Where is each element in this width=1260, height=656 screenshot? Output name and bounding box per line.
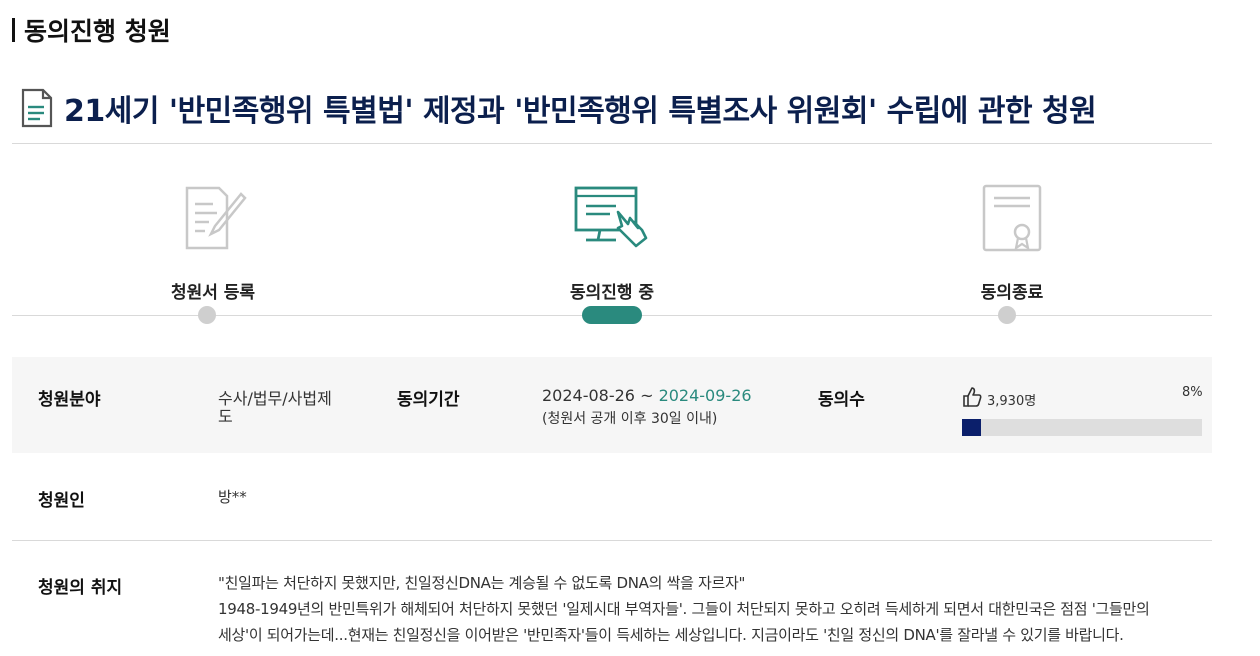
step-registration: 청원서 등록 bbox=[103, 180, 323, 303]
section-title: 동의진행 청원 bbox=[12, 12, 171, 48]
step-ended: 동의종료 bbox=[902, 180, 1122, 303]
step-label: 동의진행 중 bbox=[569, 283, 655, 303]
period-end: 2024-09-26 bbox=[658, 386, 752, 405]
petitioner-label: 청원인 bbox=[38, 491, 85, 511]
petition-title-row: 21세기 '반민족행위 특별법' 제정과 '반민족행위 특별조사 위원회' 수립… bbox=[20, 86, 1097, 130]
document-icon bbox=[21, 88, 53, 128]
step-label: 동의종료 bbox=[980, 283, 1044, 303]
field-value-line2: 도 bbox=[218, 407, 233, 426]
step-label: 청원서 등록 bbox=[170, 283, 256, 303]
document-pen-icon bbox=[185, 186, 247, 250]
purpose-line: 1948-1949년의 반민특위가 해체되어 처단하지 못했던 '일제시대 부역… bbox=[218, 600, 1150, 618]
percent-text: 8% bbox=[1182, 385, 1203, 400]
petitioner-value: 방** bbox=[218, 488, 247, 506]
agreement-progress-fill bbox=[962, 419, 982, 436]
divider bbox=[12, 540, 1212, 541]
purpose-line: 세상'이 되어가는데...현재는 친일정신을 이어받은 '반민족자'들이 득세하… bbox=[218, 626, 1124, 644]
step-marker-active bbox=[582, 306, 642, 324]
period-note: (청원서 공개 이후 30일 이내) bbox=[542, 411, 718, 427]
field-label: 청원분야 bbox=[38, 390, 101, 410]
thumbs-up-icon bbox=[963, 387, 982, 407]
period-start: 2024-08-26 bbox=[542, 386, 635, 405]
count-value: 3,930명 bbox=[987, 394, 1037, 409]
purpose-line: "친일파는 처단하지 못했지만, 친일정신DNA는 계승될 수 없도록 DNA의… bbox=[218, 574, 746, 592]
count-label: 동의수 bbox=[818, 390, 865, 410]
period-separator: ~ bbox=[634, 386, 659, 405]
field-value-line1: 수사/법무/사법제 bbox=[218, 389, 332, 408]
purpose-label: 청원의 취지 bbox=[38, 578, 123, 598]
period-label: 동의기간 bbox=[397, 390, 460, 410]
step-marker-done bbox=[198, 306, 216, 324]
section-title-text: 동의진행 청원 bbox=[24, 17, 171, 46]
divider bbox=[12, 143, 1212, 144]
certificate-icon bbox=[982, 184, 1042, 252]
period-range: 2024-08-26 ~ 2024-09-26 bbox=[542, 386, 752, 405]
step-marker-pending bbox=[998, 306, 1016, 324]
step-in-progress: 동의진행 중 bbox=[502, 180, 722, 303]
petition-title: 21세기 '반민족행위 특별법' 제정과 '반민족행위 특별조사 위원회' 수립… bbox=[64, 94, 1097, 129]
title-bar-divider bbox=[12, 18, 15, 42]
monitor-touch-icon bbox=[574, 186, 648, 248]
agreement-progress-bar bbox=[962, 419, 1202, 436]
